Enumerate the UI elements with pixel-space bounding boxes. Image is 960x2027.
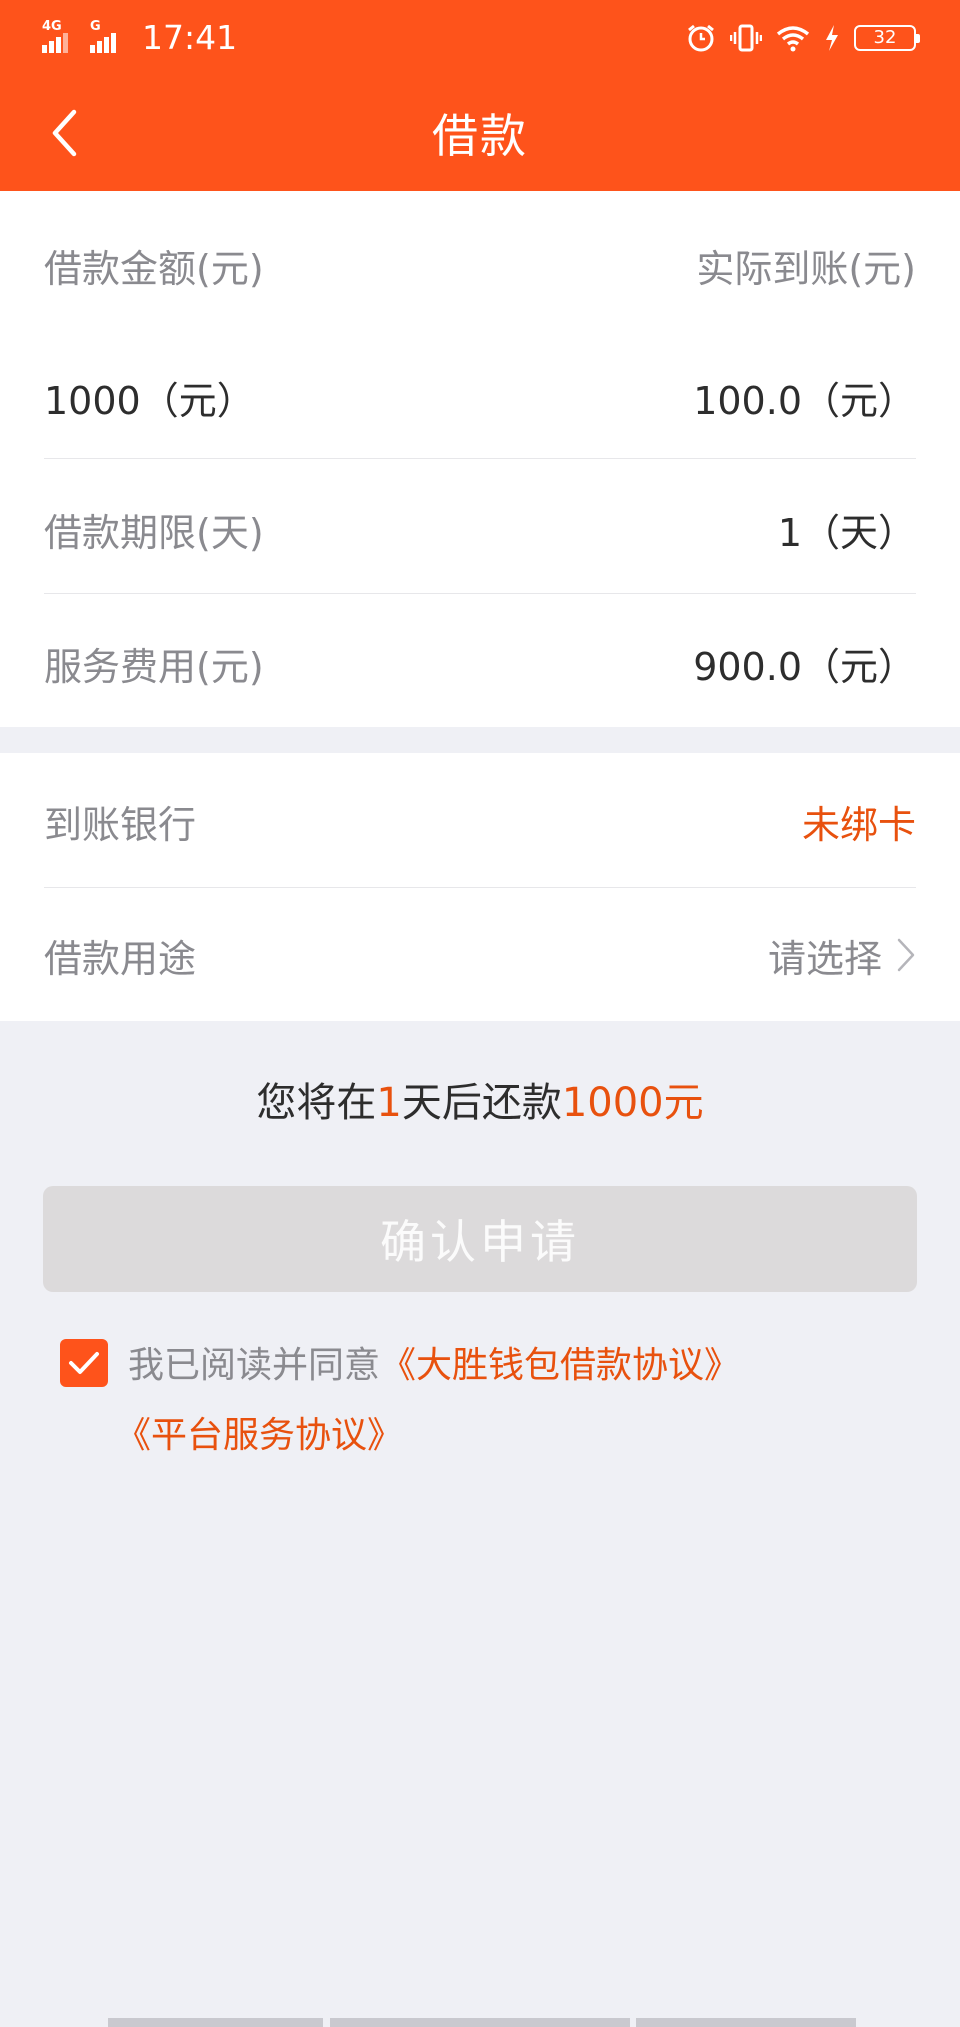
term-label: 借款期限(天) bbox=[44, 510, 264, 555]
term-value: 1（天） bbox=[777, 510, 916, 555]
agreement-text-line: 我已阅读并同意《大胜钱包借款协议》 bbox=[128, 1336, 740, 1388]
loan-agreement-link[interactable]: 《大胜钱包借款协议》 bbox=[380, 1345, 740, 1386]
term-row: 借款期限(天) 1（天） bbox=[44, 489, 916, 569]
wifi-icon bbox=[776, 25, 810, 51]
network-type-g: G bbox=[90, 18, 101, 34]
status-bar: 4G G 17:41 32 bbox=[0, 0, 960, 75]
vibrate-icon bbox=[730, 24, 762, 51]
charging-icon bbox=[826, 24, 838, 51]
fee-value: 900.0（元） bbox=[693, 644, 916, 689]
agreement-link-line: 《平台服务协议》 bbox=[115, 1406, 403, 1458]
repay-days: 1 bbox=[376, 1080, 402, 1126]
back-button[interactable] bbox=[36, 105, 92, 161]
repay-summary: 您将在1天后还款1000元 bbox=[0, 1070, 960, 1128]
bottom-bar-edge bbox=[0, 2018, 960, 2027]
bottom-bar-segment bbox=[108, 2018, 323, 2027]
repay-prefix: 您将在 bbox=[256, 1080, 377, 1126]
loan-info-card: 借款金额(元) 实际到账(元) 1000（元） 100.0（元） 借款期限(天)… bbox=[0, 191, 960, 727]
divider bbox=[44, 887, 916, 888]
amount-value: 1000（元） bbox=[44, 378, 255, 423]
chevron-right-icon bbox=[897, 938, 915, 972]
bank-status[interactable]: 未绑卡 bbox=[802, 794, 916, 849]
bank-label: 到账银行 bbox=[44, 802, 197, 847]
divider bbox=[44, 458, 916, 459]
confirm-apply-button[interactable]: 确认申请 bbox=[43, 1186, 917, 1292]
bank-purpose-card: 到账银行 未绑卡 借款用途 请选择 bbox=[0, 753, 960, 1021]
status-left: 4G G 17:41 bbox=[42, 18, 237, 57]
amount-value-row: 1000（元） 100.0（元） bbox=[44, 367, 916, 427]
battery-level: 32 bbox=[873, 27, 897, 48]
signal-4g-icon: 4G bbox=[42, 19, 72, 53]
fee-label: 服务费用(元) bbox=[44, 644, 264, 689]
nav-bar: 借款 bbox=[0, 75, 960, 191]
status-right: 32 bbox=[686, 22, 920, 54]
received-value: 100.0（元） bbox=[693, 378, 916, 423]
bank-row[interactable]: 到账银行 未绑卡 bbox=[44, 781, 916, 861]
signal-g-icon: G bbox=[90, 19, 126, 53]
chevron-left-icon bbox=[52, 109, 77, 157]
purpose-value: 请选择 bbox=[767, 936, 882, 981]
amount-label: 借款金额(元) bbox=[44, 246, 264, 291]
divider bbox=[44, 593, 916, 594]
platform-agreement-link[interactable]: 《平台服务协议》 bbox=[115, 1415, 403, 1456]
fee-row: 服务费用(元) 900.0（元） bbox=[44, 623, 916, 703]
repay-middle: 天后还款 bbox=[401, 1080, 562, 1126]
agree-checkbox[interactable] bbox=[60, 1339, 108, 1387]
bottom-bar-segment bbox=[330, 2018, 630, 2027]
checkmark-icon bbox=[69, 1352, 99, 1374]
purpose-selector[interactable]: 请选择 bbox=[768, 928, 916, 983]
battery-icon: 32 bbox=[854, 24, 920, 51]
bottom-bar-segment bbox=[636, 2018, 856, 2027]
received-label: 实际到账(元) bbox=[696, 246, 916, 291]
clock: 17:41 bbox=[142, 18, 238, 57]
purpose-label: 借款用途 bbox=[44, 936, 197, 981]
purpose-row[interactable]: 借款用途 请选择 bbox=[44, 915, 916, 995]
page-title: 借款 bbox=[432, 109, 528, 163]
amount-header-row: 借款金额(元) 实际到账(元) bbox=[44, 235, 916, 295]
alarm-icon bbox=[688, 24, 714, 51]
repay-amount: 1000元 bbox=[561, 1080, 704, 1126]
agreement-text: 我已阅读并同意 bbox=[128, 1345, 381, 1386]
network-type-4g: 4G bbox=[42, 18, 62, 34]
